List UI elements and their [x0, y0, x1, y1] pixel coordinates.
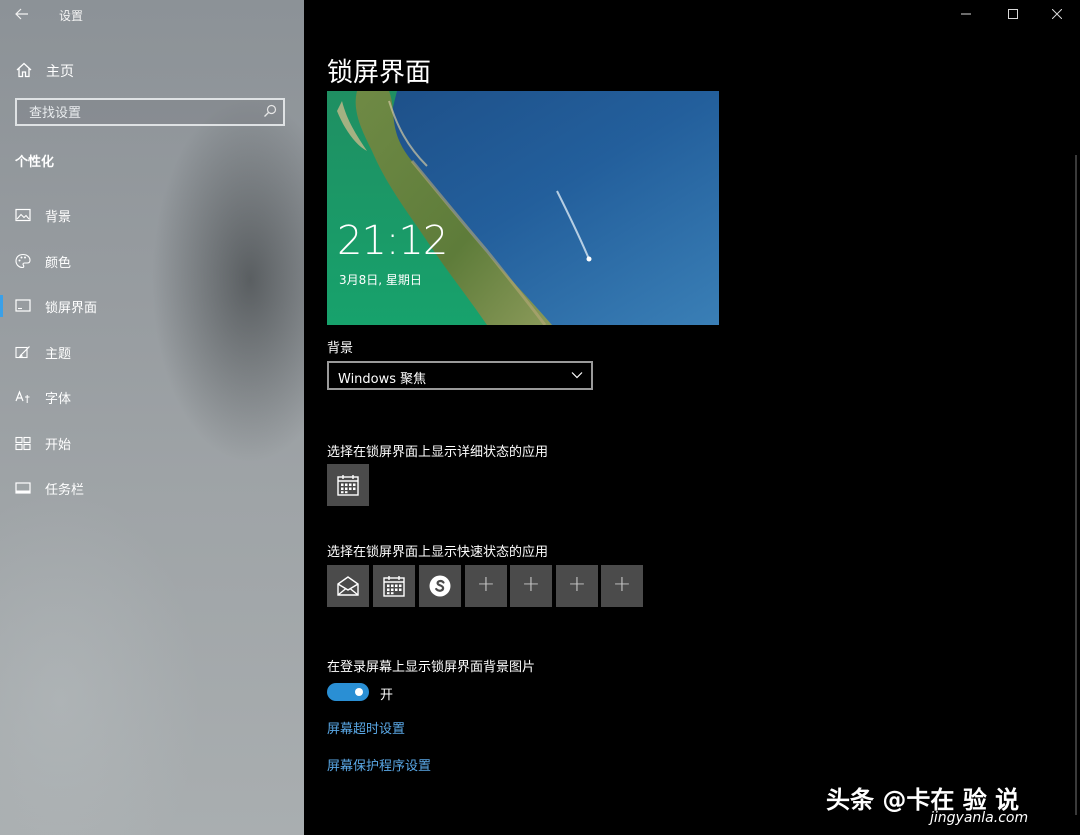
- minimize-button[interactable]: [951, 6, 981, 26]
- toggle-knob: [355, 688, 363, 696]
- detailed-status-app-calendar[interactable]: [327, 464, 369, 506]
- back-button[interactable]: [10, 5, 34, 25]
- start-grid-icon: [15, 436, 31, 450]
- sidebar-item-themes[interactable]: 主题: [0, 332, 304, 378]
- palette-icon: [15, 253, 31, 268]
- main-content: 锁屏界面 21:12 3月8日, 星期日 背景 Windows 聚焦 选择在锁屏…: [304, 0, 1080, 835]
- home-label: 主页: [46, 64, 74, 80]
- section-title: 个性化: [15, 155, 55, 170]
- chevron-down-icon: [571, 372, 583, 379]
- search-input[interactable]: [27, 103, 261, 123]
- maximize-icon: [1008, 9, 1018, 19]
- quick-status-add-slot-3[interactable]: +: [556, 565, 598, 607]
- sidebar-item-label: 背景: [45, 210, 72, 225]
- sidebar-item-label: 锁屏界面: [45, 301, 98, 316]
- sidebar-item-lock-screen[interactable]: 锁屏界面: [0, 286, 304, 332]
- app-title: 设置: [59, 9, 84, 23]
- signin-background-toggle[interactable]: [327, 683, 369, 701]
- screen-timeout-link[interactable]: 屏幕超时设置: [327, 718, 405, 737]
- sidebar-item-start[interactable]: 开始: [0, 423, 304, 469]
- sidebar-nav: 背景 颜色 锁屏界面 主题 字体 开始 任务栏: [0, 195, 304, 514]
- sidebar-item-label: 开始: [45, 437, 72, 453]
- skype-icon: [429, 575, 451, 597]
- calendar-icon: [337, 475, 359, 496]
- sidebar-item-colors[interactable]: 颜色: [0, 241, 304, 287]
- background-dropdown[interactable]: Windows 聚焦: [327, 361, 593, 390]
- home-icon: [16, 62, 32, 78]
- quick-status-add-slot-2[interactable]: +: [510, 565, 552, 607]
- add-icon: +: [476, 572, 496, 597]
- maximize-button[interactable]: [998, 6, 1028, 26]
- sidebar: 设置 主页 个性化 背景 颜色: [0, 0, 304, 835]
- quick-status-app-calendar[interactable]: [373, 565, 415, 607]
- picture-icon: [15, 208, 31, 222]
- sidebar-item-label: 字体: [45, 392, 72, 407]
- font-icon: [15, 390, 30, 403]
- add-icon: +: [567, 572, 587, 597]
- sidebar-item-label: 颜色: [45, 255, 72, 271]
- sidebar-item-fonts[interactable]: 字体: [0, 377, 304, 423]
- calendar-icon: [383, 576, 405, 597]
- quick-status-label: 选择在锁屏界面上显示快速状态的应用: [327, 545, 549, 560]
- lock-date: 3月8日, 星期日: [339, 273, 422, 287]
- close-button[interactable]: [1042, 6, 1072, 26]
- sidebar-item-taskbar[interactable]: 任务栏: [0, 468, 304, 514]
- close-icon: [1051, 8, 1063, 20]
- lock-screen-icon: [15, 299, 31, 312]
- toggle-state-label: 开: [380, 688, 394, 703]
- lock-time: 21:12: [337, 218, 448, 264]
- back-arrow-icon: [15, 8, 28, 20]
- dropdown-value: Windows 聚焦: [338, 372, 427, 387]
- search-icon[interactable]: [263, 104, 277, 118]
- add-icon: +: [521, 572, 541, 597]
- scrollbar[interactable]: [1075, 155, 1077, 815]
- title-bar: 设置: [0, 0, 304, 30]
- sidebar-item-label: 任务栏: [45, 483, 85, 498]
- mail-icon: [337, 576, 359, 596]
- minimize-icon: [961, 13, 971, 15]
- theme-brush-icon: [15, 345, 30, 358]
- watermark-site: jingyanla.com: [930, 810, 1029, 826]
- sidebar-item-label: 主题: [45, 346, 72, 362]
- taskbar-icon: [15, 482, 31, 494]
- search-box[interactable]: [15, 98, 285, 126]
- home-link[interactable]: 主页: [15, 58, 285, 82]
- quick-status-app-mail[interactable]: [327, 565, 369, 607]
- selection-indicator: [0, 295, 3, 317]
- add-icon: +: [612, 572, 632, 597]
- background-label: 背景: [327, 341, 354, 356]
- lock-screen-preview: 21:12 3月8日, 星期日: [327, 91, 719, 325]
- quick-status-app-skype[interactable]: [419, 565, 461, 607]
- signin-background-label: 在登录屏幕上显示锁屏界面背景图片: [327, 660, 536, 675]
- quick-status-add-slot-1[interactable]: +: [465, 565, 507, 607]
- screensaver-link[interactable]: 屏幕保护程序设置: [327, 755, 431, 774]
- quick-status-add-slot-4[interactable]: +: [601, 565, 643, 607]
- sidebar-item-background[interactable]: 背景: [0, 195, 304, 241]
- page-title: 锁屏界面: [327, 58, 432, 88]
- detailed-status-label: 选择在锁屏界面上显示详细状态的应用: [327, 445, 549, 460]
- preview-image: [327, 91, 719, 325]
